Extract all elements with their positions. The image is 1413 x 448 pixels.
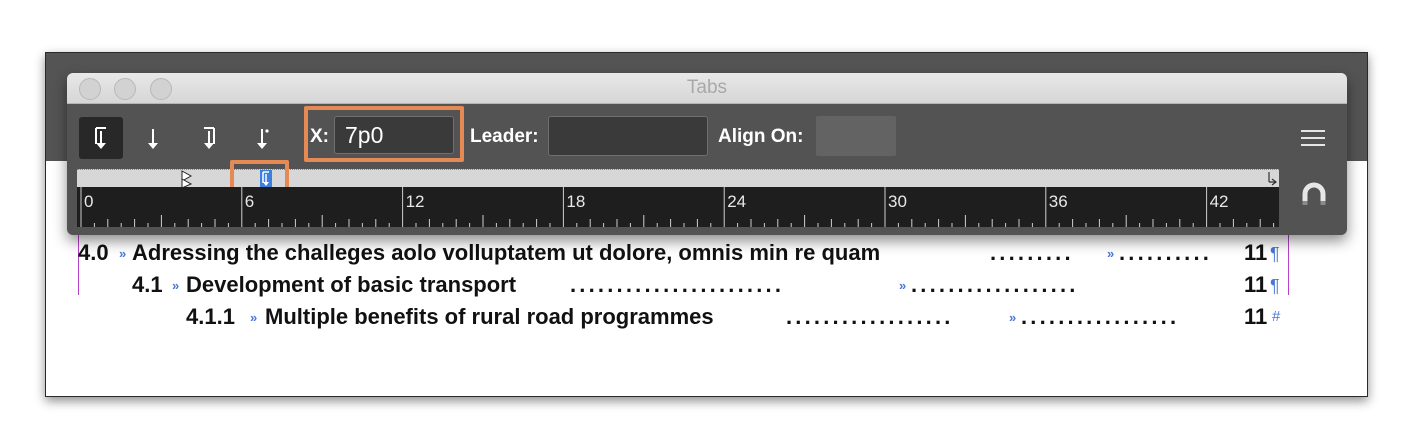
toc-leader-dots: .................. <box>786 304 954 329</box>
x-position-input[interactable]: 7p0 <box>334 116 454 154</box>
tabs-panel: Tabs X: 7p0 Leader: Align On: 0 6 12 18 … <box>67 73 1347 235</box>
toc-number: 4.1 <box>132 272 163 297</box>
ruler-label: 6 <box>245 192 254 211</box>
toc-leader-dots: ......... <box>990 240 1074 265</box>
ruler-label: 42 <box>1210 192 1229 211</box>
paragraph-mark: ¶ <box>1270 244 1280 264</box>
titlebar[interactable]: Tabs <box>67 73 1347 104</box>
window-title: Tabs <box>686 77 728 98</box>
toc-leader-dots: .......... <box>1119 240 1213 265</box>
ruler-label: 18 <box>566 192 585 211</box>
toc-number: 4.0 <box>78 240 109 265</box>
tab-character-mark: » <box>250 310 258 325</box>
ruler-label: 30 <box>888 192 907 211</box>
tab-character-mark: » <box>119 246 127 261</box>
toc-entry-text: Adressing the challeges aolo volluptatem… <box>132 240 881 265</box>
toc-leader-dots: ....................... <box>570 272 785 297</box>
frame-end-mark: # <box>1272 308 1281 325</box>
align-to-decimal-tab-button[interactable] <box>240 117 284 159</box>
toc-line-3[interactable]: 4.1.1 » Multiple benefits of rural road … <box>78 304 1288 332</box>
ruler-label: 0 <box>84 192 93 211</box>
tab-ruler[interactable]: 0 6 12 18 24 30 36 42 <box>77 187 1279 227</box>
leader-label: Leader: <box>470 126 539 147</box>
toc-leader-dots: .................. <box>911 272 1079 297</box>
tab-character-mark: » <box>172 278 180 293</box>
panel-menu-icon[interactable] <box>1301 130 1325 151</box>
right-indent-marker[interactable] <box>1267 170 1279 188</box>
toc-page-number: 11 <box>1244 240 1268 265</box>
center-tab-icon <box>148 129 158 149</box>
tab-character-mark: » <box>1107 246 1115 261</box>
x-label: X: <box>310 126 329 147</box>
ruler-label: 36 <box>1049 192 1068 211</box>
paragraph-mark: ¶ <box>1270 276 1280 296</box>
align-on-input[interactable] <box>816 116 896 156</box>
toc-line-2[interactable]: 4.1 » Development of basic transport ...… <box>78 272 1288 300</box>
position-panel-above-frame-icon[interactable] <box>1300 181 1328 209</box>
toc-entry-text: Multiple benefits of rural road programm… <box>265 304 714 329</box>
toc-line-1[interactable]: 4.0 » Adressing the challeges aolo vollu… <box>78 240 1288 268</box>
center-justified-tab-button[interactable] <box>131 117 175 159</box>
ruler-label: 12 <box>406 192 425 211</box>
tab-character-mark: » <box>899 278 907 293</box>
toc-leader-dots: ................. <box>1021 304 1180 329</box>
decimal-tab-icon <box>257 129 269 149</box>
right-justified-tab-button[interactable] <box>187 117 231 159</box>
toc-entry-text: Development of basic transport <box>186 272 517 297</box>
leader-input[interactable] <box>548 116 708 156</box>
indent-marker[interactable] <box>181 170 193 188</box>
right-tab-icon <box>204 127 215 149</box>
ruler-label: 24 <box>727 192 746 211</box>
toc-page-number: 11 <box>1244 272 1268 297</box>
left-tab-icon <box>95 127 106 149</box>
tab-character-mark: » <box>1009 310 1017 325</box>
toc-page-number: 11 <box>1244 304 1268 329</box>
left-justified-tab-button[interactable] <box>79 117 123 159</box>
align-on-label: Align On: <box>718 126 804 147</box>
toc-number: 4.1.1 <box>186 304 235 329</box>
